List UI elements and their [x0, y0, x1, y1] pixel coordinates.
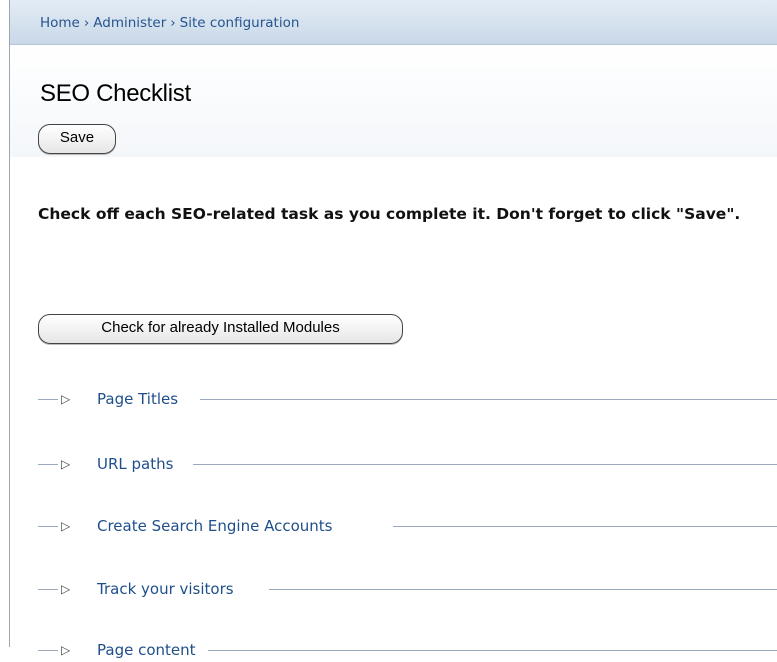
breadcrumb-administer[interactable]: Administer: [93, 15, 166, 31]
triangle-right-icon[interactable]: ▷: [61, 638, 70, 662]
fieldset-page-content[interactable]: ▷ Page content: [38, 638, 777, 662]
fieldset-border: [200, 399, 777, 400]
fieldset-border: [38, 526, 58, 527]
breadcrumb-bar: Home › Administer › Site configuration: [10, 0, 777, 45]
fieldset-legend-page-content[interactable]: Page content: [97, 638, 198, 662]
fieldset-search-engine-accounts[interactable]: ▷ Create Search Engine Accounts: [38, 514, 777, 538]
breadcrumb-site-configuration[interactable]: Site configuration: [180, 15, 300, 31]
triangle-right-icon[interactable]: ▷: [61, 387, 70, 411]
fieldset-border: [38, 650, 58, 651]
fieldset-border: [269, 589, 777, 590]
left-border: [0, 0, 10, 647]
fieldset-border: [38, 464, 58, 465]
breadcrumb: Home › Administer › Site configuration: [40, 15, 299, 31]
breadcrumb-separator: ›: [83, 15, 90, 31]
triangle-right-icon[interactable]: ▷: [61, 577, 70, 601]
breadcrumb-home[interactable]: Home: [40, 15, 80, 31]
fieldset-border: [193, 464, 777, 465]
fieldset-legend-search-engine-accounts[interactable]: Create Search Engine Accounts: [97, 514, 335, 538]
fieldset-border: [393, 526, 777, 527]
fieldset-border: [38, 399, 58, 400]
fieldset-legend-page-titles[interactable]: Page Titles: [97, 387, 181, 411]
fieldset-legend-track-visitors[interactable]: Track your visitors: [97, 577, 236, 601]
triangle-right-icon[interactable]: ▷: [61, 514, 70, 538]
fieldset-page-titles[interactable]: ▷ Page Titles: [38, 387, 777, 411]
fieldset-track-visitors[interactable]: ▷ Track your visitors: [38, 577, 777, 601]
fieldset-legend-url-paths[interactable]: URL paths: [97, 452, 176, 476]
fieldset-border: [38, 589, 58, 590]
fieldset-border: [208, 650, 777, 651]
page-title: SEO Checklist: [40, 80, 191, 107]
fieldset-url-paths[interactable]: ▷ URL paths: [38, 452, 777, 476]
save-button[interactable]: Save: [38, 124, 116, 154]
instructions-text: Check off each SEO-related task as you c…: [38, 205, 741, 223]
check-installed-modules-button[interactable]: Check for already Installed Modules: [38, 314, 403, 344]
triangle-right-icon[interactable]: ▷: [61, 452, 70, 476]
breadcrumb-separator: ›: [170, 15, 176, 31]
